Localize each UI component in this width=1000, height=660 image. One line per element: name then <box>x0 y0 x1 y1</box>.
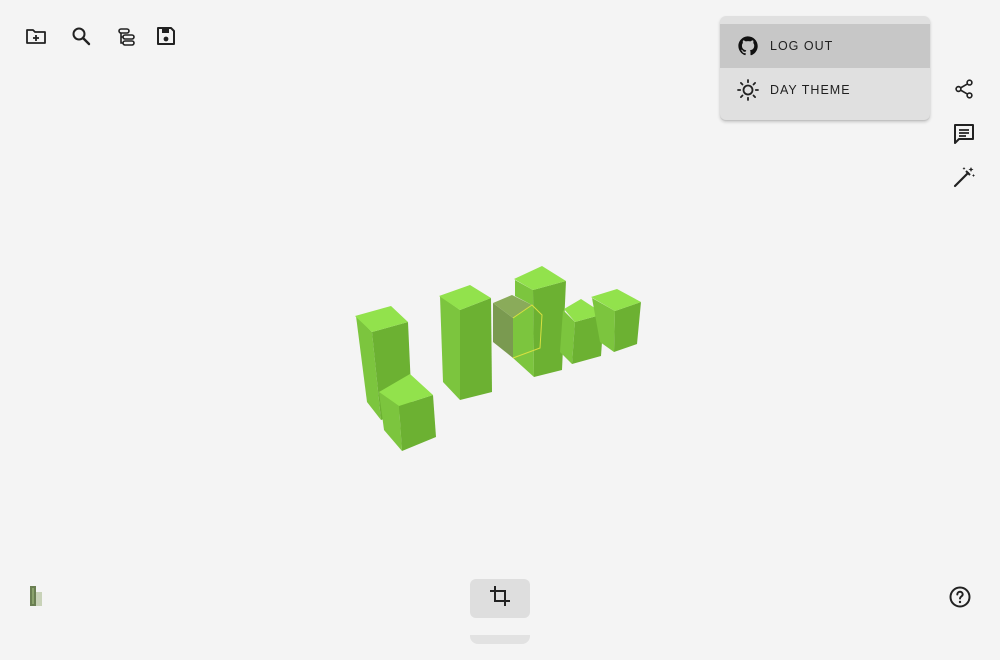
help-icon[interactable] <box>946 583 974 611</box>
app-root: LOG OUT DAY THEME <box>0 0 1000 660</box>
save-icon[interactable] <box>152 22 180 50</box>
crop-button[interactable] <box>470 579 530 618</box>
comment-icon[interactable] <box>950 120 978 148</box>
block-c[interactable] <box>439 285 492 400</box>
layers-icon[interactable] <box>112 22 140 50</box>
search-icon[interactable] <box>67 22 95 50</box>
day-theme-menu-item[interactable]: DAY THEME <box>720 68 930 112</box>
github-icon <box>736 34 760 58</box>
magic-wand-icon[interactable] <box>950 163 978 191</box>
logout-menu-item[interactable]: LOG OUT <box>720 24 930 68</box>
logout-label: LOG OUT <box>770 39 834 53</box>
building-logo-icon[interactable] <box>22 582 50 610</box>
crop-icon <box>488 584 512 613</box>
block-d[interactable] <box>512 266 566 377</box>
folder-plus-icon[interactable] <box>22 22 50 50</box>
account-menu: LOG OUT DAY THEME <box>720 16 930 120</box>
bottom-panel-handle[interactable] <box>470 635 530 644</box>
day-theme-label: DAY THEME <box>770 83 851 97</box>
share-icon[interactable] <box>950 75 978 103</box>
sun-icon <box>736 78 760 102</box>
